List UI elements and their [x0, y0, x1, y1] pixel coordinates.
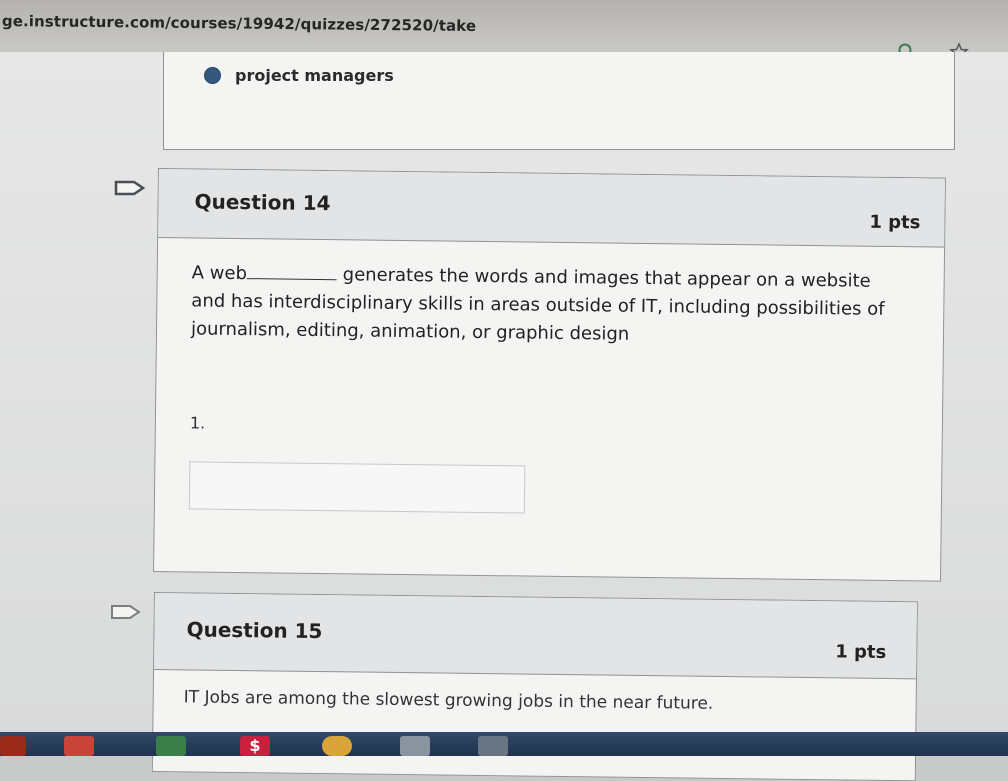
question-text: IT Jobs are among the slowest growing jo… — [183, 687, 714, 714]
taskbar-app-icon[interactable] — [478, 736, 508, 756]
question-points: 1 pts — [835, 641, 887, 663]
url-text[interactable]: ge.instructure.com/courses/19942/quizzes… — [2, 12, 476, 35]
fill-blank — [246, 262, 338, 281]
question-header: Question 14 1 pts — [158, 169, 945, 248]
question-14-card: Question 14 1 pts A web generates the wo… — [153, 168, 946, 582]
flag-question-icon[interactable] — [110, 604, 142, 620]
question-title: Question 14 — [194, 189, 331, 216]
quiz-page: project managers Question 14 1 pts A web… — [0, 52, 1008, 781]
browser-address-bar[interactable]: ge.instructure.com/courses/19942/quizzes… — [0, 0, 1008, 53]
taskbar-dollar-icon[interactable]: $ — [240, 736, 270, 756]
taskbar: $ — [0, 732, 1008, 756]
question-title: Question 15 — [186, 617, 323, 644]
taskbar-app-icon[interactable] — [400, 736, 430, 756]
answer-input[interactable] — [188, 461, 526, 514]
previous-question-card: project managers — [163, 52, 955, 150]
taskbar-browser-icon[interactable] — [322, 736, 352, 756]
question-points: 1 pts — [869, 211, 921, 234]
taskbar-app-icon[interactable] — [156, 736, 186, 756]
flag-question-icon[interactable] — [114, 180, 146, 196]
question-text-before-blank: A web — [191, 262, 248, 285]
taskbar-app-icon[interactable] — [0, 736, 26, 756]
question-text: A web generates the words and images tha… — [191, 259, 892, 352]
radio-selected-icon[interactable] — [204, 67, 221, 84]
answer-option[interactable]: project managers — [204, 66, 394, 85]
taskbar-app-icon[interactable] — [64, 736, 94, 756]
blank-number: 1. — [189, 413, 206, 433]
question-header: Question 15 1 pts — [154, 593, 917, 680]
answer-label: project managers — [235, 66, 394, 85]
